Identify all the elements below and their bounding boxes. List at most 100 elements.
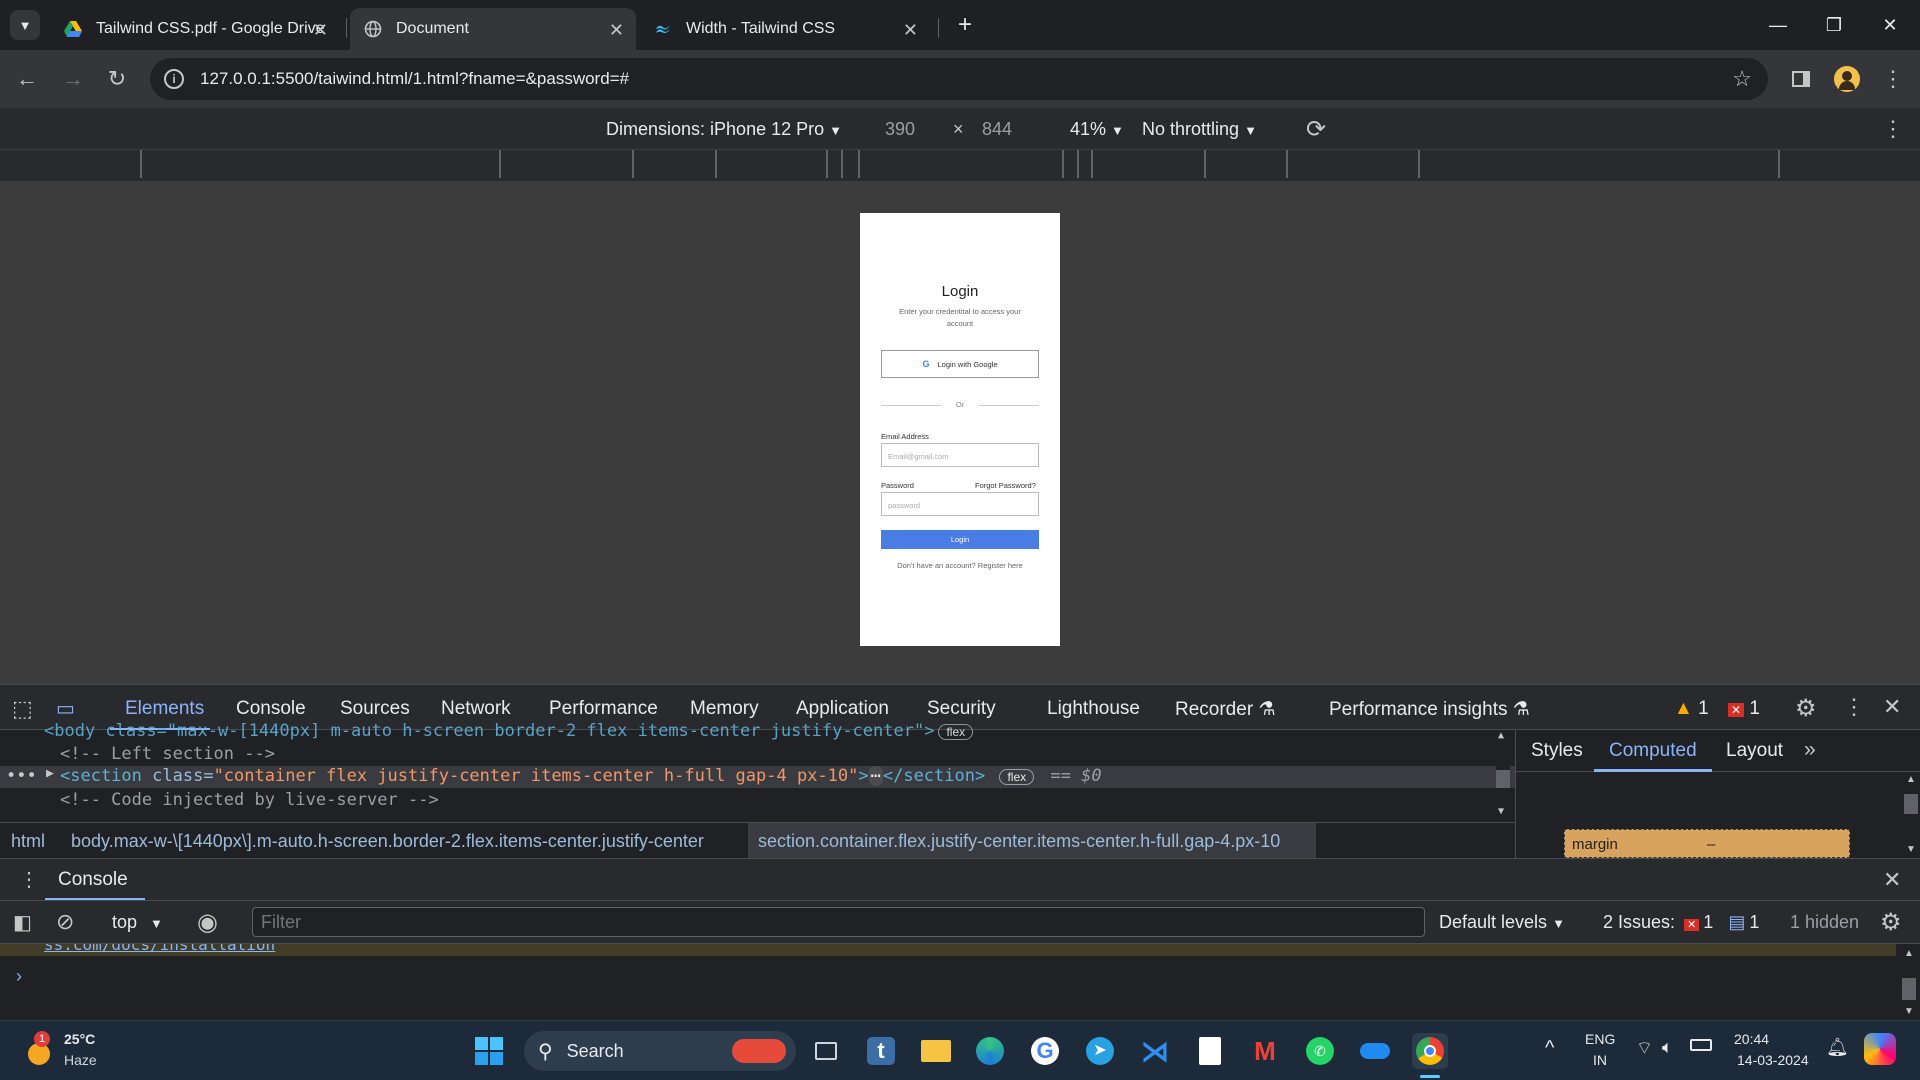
document-app-icon[interactable]	[1192, 1033, 1228, 1069]
ellipsis-icon[interactable]: ⋯	[868, 766, 883, 786]
close-icon[interactable]: ✕	[609, 20, 624, 41]
issues-counter[interactable]: 2 Issues: ✕ 1 ▤ 1	[1603, 912, 1759, 933]
restore-button[interactable]: ❐	[1814, 10, 1854, 40]
dom-line-section[interactable]: <section class="container flex justify-c…	[60, 766, 1102, 786]
wifi-icon[interactable]: ⌔	[1636, 1037, 1653, 1060]
drawer-menu-icon[interactable]: ⋮	[19, 867, 39, 892]
login-button[interactable]: Login	[881, 530, 1039, 549]
device-width-input[interactable]: 390	[885, 119, 915, 140]
dom-line-comment[interactable]: <!-- Left section -->	[60, 744, 275, 764]
weather-widget[interactable]: 1	[22, 1031, 58, 1067]
tab-performance-insights[interactable]: Performance insights ⚗	[1329, 698, 1530, 721]
elements-dom-tree[interactable]: <body class="max-w-[1440px] m-auto h-scr…	[0, 721, 1515, 822]
errors-counter[interactable]: ✕ 1	[1728, 698, 1760, 720]
zoom-select[interactable]: 41% ▼	[1070, 119, 1124, 140]
language-region[interactable]: IN	[1593, 1052, 1607, 1068]
throttling-select[interactable]: No throttling ▼	[1142, 119, 1257, 140]
url-text[interactable]: 127.0.0.1:5500/taiwind.html/1.html?fname…	[200, 69, 629, 89]
flex-badge[interactable]: flex	[999, 769, 1035, 785]
inspect-element-icon[interactable]: ⬚	[12, 696, 33, 722]
chrome-menu-button[interactable]: ⋮	[1878, 64, 1908, 94]
language-code[interactable]: ENG	[1585, 1031, 1615, 1047]
bookmark-star-icon[interactable]: ☆	[1732, 66, 1752, 92]
side-scrollbar[interactable]: ▲ ▼	[1904, 774, 1918, 858]
tab-application[interactable]: Application	[796, 698, 889, 720]
drawer-tab-console[interactable]: Console	[58, 869, 128, 891]
whatsapp-icon[interactable]: ✆	[1302, 1033, 1338, 1069]
media-query-ruler[interactable]	[0, 150, 1920, 182]
sidebar-toggle-icon[interactable]: ◧	[13, 910, 32, 935]
live-expression-eye-icon[interactable]: ◉	[197, 908, 218, 937]
console-scrollbar[interactable]: ▲ ▼	[1902, 948, 1916, 1018]
address-bar[interactable]: i 127.0.0.1:5500/taiwind.html/1.html?fna…	[150, 58, 1768, 100]
tab-performance[interactable]: Performance	[549, 698, 658, 720]
tab-layout[interactable]: Layout	[1726, 740, 1783, 762]
console-prompt-icon[interactable]: ›	[16, 966, 22, 987]
box-model-margin[interactable]: margin –	[1564, 829, 1850, 858]
tab-memory[interactable]: Memory	[690, 698, 759, 720]
password-field[interactable]: password	[881, 492, 1039, 516]
expand-triangle-icon[interactable]: ▶	[46, 766, 54, 781]
device-dimensions-select[interactable]: Dimensions: iPhone 12 Pro ▼	[606, 119, 842, 140]
google-login-button[interactable]: G Login with Google	[881, 350, 1039, 378]
copilot-icon[interactable]	[1864, 1033, 1896, 1065]
dom-line-body[interactable]: <body class="max-w-[1440px] m-auto h-scr…	[44, 721, 974, 741]
tab-recorder[interactable]: Recorder ⚗	[1175, 698, 1275, 721]
tab-network[interactable]: Network	[441, 698, 511, 720]
dom-line-comment[interactable]: <!-- Code injected by live-server -->	[60, 790, 439, 810]
start-button[interactable]	[471, 1033, 507, 1069]
file-explorer-icon[interactable]	[918, 1033, 954, 1069]
breadcrumb-section[interactable]: section.container.flex.justify-center.it…	[748, 823, 1316, 858]
onedrive-icon[interactable]	[1357, 1033, 1393, 1069]
chevron-up-icon[interactable]: ^	[1545, 1037, 1554, 1060]
battery-icon[interactable]	[1690, 1039, 1712, 1051]
profile-button[interactable]	[1832, 64, 1862, 94]
more-options-icon[interactable]: •••	[6, 766, 37, 786]
tab-console[interactable]: Console	[236, 698, 306, 720]
close-icon[interactable]: ✕	[903, 20, 918, 41]
flex-badge[interactable]: flex	[938, 724, 974, 740]
telegram-icon[interactable]: ➤	[1082, 1033, 1118, 1069]
warnings-counter[interactable]: ▲ 1	[1674, 698, 1709, 720]
close-window-button[interactable]: ✕	[1870, 10, 1910, 40]
breadcrumb-html[interactable]: html	[11, 831, 45, 852]
volume-icon[interactable]: 🔈︎	[1662, 1037, 1673, 1058]
taskbar-search[interactable]: ⚲ Search	[524, 1031, 796, 1071]
notification-bell-icon[interactable]: 🔔︎	[1826, 1037, 1849, 1058]
forgot-password-link[interactable]: Forgot Password?	[975, 481, 1036, 490]
device-toolbar-toggle-icon[interactable]: ▭	[56, 696, 75, 721]
close-devtools-icon[interactable]: ✕	[1883, 694, 1901, 720]
tab-search-button[interactable]: ▼	[10, 10, 40, 40]
register-link[interactable]: Don't have an account? Register here	[860, 561, 1060, 570]
tumblr-app-icon[interactable]: t	[863, 1033, 899, 1069]
new-tab-button[interactable]: +	[950, 10, 980, 40]
dom-scrollbar[interactable]: ▲ ▼	[1496, 730, 1510, 818]
clock-time[interactable]: 20:44	[1734, 1031, 1769, 1047]
google-app-icon[interactable]: G	[1027, 1033, 1063, 1069]
email-field[interactable]: Email@gmail.com	[881, 443, 1039, 467]
back-button[interactable]: ←	[12, 64, 42, 94]
reload-button[interactable]: ↻	[102, 64, 132, 94]
console-settings-gear-icon[interactable]: ⚙	[1880, 908, 1902, 937]
docs-link[interactable]: ss.com/docs/installation	[44, 944, 275, 954]
edge-browser-icon[interactable]	[972, 1033, 1008, 1069]
site-info-icon[interactable]: i	[164, 69, 184, 89]
tab-security[interactable]: Security	[927, 698, 996, 720]
clock-date[interactable]: 14-03-2024	[1737, 1052, 1809, 1068]
forward-button[interactable]: →	[58, 64, 88, 94]
chrome-taskbar-icon[interactable]	[1412, 1033, 1448, 1069]
tab-elements[interactable]: Elements	[125, 698, 204, 720]
tab-document[interactable]: Document ✕	[350, 8, 636, 50]
settings-gear-icon[interactable]: ⚙	[1795, 694, 1817, 723]
minimize-button[interactable]: —	[1758, 10, 1798, 40]
tab-sources[interactable]: Sources	[340, 698, 410, 720]
breadcrumb-body[interactable]: body.max-w-\[1440px\].m-auto.h-screen.bo…	[71, 831, 704, 852]
context-select[interactable]: top ▼	[112, 912, 163, 933]
close-drawer-icon[interactable]: ✕	[1883, 867, 1901, 893]
tab-tailwind-width[interactable]: Width - Tailwind CSS ✕	[640, 8, 930, 50]
kebab-menu-icon[interactable]: ⋮	[1843, 694, 1865, 720]
console-output[interactable]: ss.com/docs/installation › ▲ ▼	[0, 944, 1920, 1020]
log-levels-select[interactable]: Default levels ▼	[1439, 912, 1565, 933]
clear-console-icon[interactable]: ⊘	[56, 909, 74, 935]
more-tabs-icon[interactable]: »	[1804, 738, 1816, 762]
